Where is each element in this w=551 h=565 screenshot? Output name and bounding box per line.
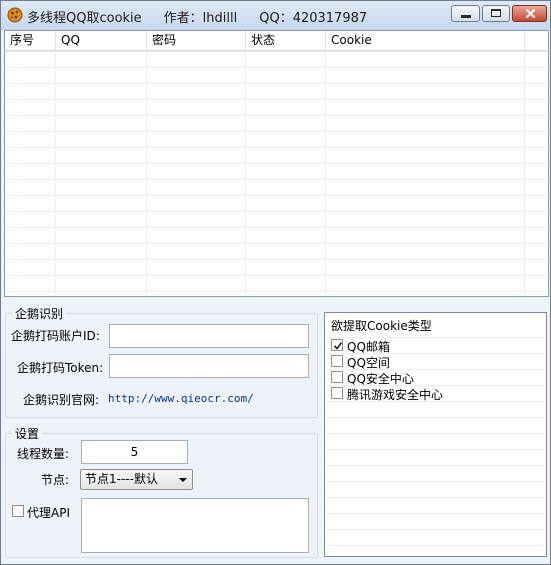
threads-input[interactable]: 5 (81, 440, 188, 464)
cookie-type-items: QQ邮箱 QQ空间 QQ安全中心 腾讯游戏安全中心 (329, 337, 546, 402)
window-title: 多线程QQ取cookie 作者：lhdilll QQ：420317987 (27, 7, 389, 26)
cookie-type-item-game-security[interactable]: 腾讯游戏安全中心 (329, 385, 546, 402)
column-divider (325, 51, 326, 296)
column-header-qq[interactable]: QQ (56, 31, 147, 50)
column-header-status[interactable]: 状态 (246, 31, 326, 50)
ocr-token-input[interactable] (109, 354, 309, 378)
ocr-account-label: 企鹅打码账户ID: (11, 329, 100, 343)
account-list[interactable]: 序号 QQ 密码 状态 Cookie (4, 30, 549, 297)
checkmark-icon (333, 342, 343, 350)
maximize-button[interactable] (482, 5, 510, 22)
cookie-type-checkbox[interactable] (331, 355, 343, 367)
chevron-down-icon (179, 478, 187, 482)
close-button[interactable] (512, 5, 547, 22)
threads-label: 线程数量: (17, 447, 70, 461)
maximize-icon (491, 9, 501, 17)
cookie-type-item-security[interactable]: QQ安全中心 (329, 369, 546, 386)
proxy-api-textarea[interactable] (81, 498, 309, 553)
ocr-groupbox: 企鹅识别 企鹅打码账户ID: 企鹅打码Token: 企鹅识别官网: http:/… (5, 305, 318, 418)
column-divider (245, 51, 246, 296)
title-bar[interactable]: 多线程QQ取cookie 作者：lhdilll QQ：420317987 (1, 1, 550, 30)
cookie-type-checkbox[interactable] (331, 339, 343, 351)
cookie-icon (7, 7, 23, 23)
minimize-button[interactable] (451, 5, 480, 22)
window-title-app: 多线程QQ取cookie (27, 11, 142, 26)
ocr-site-link[interactable]: http://www.qieocr.com/ (108, 392, 254, 405)
proxy-checkbox[interactable] (12, 505, 24, 517)
settings-groupbox: 设置 线程数量: 5 节点: 节点1----默认 代理API (5, 425, 318, 558)
proxy-label: 代理API (27, 506, 70, 520)
minimize-icon (461, 15, 471, 18)
ocr-token-label: 企鹅打码Token: (17, 361, 104, 375)
ocr-site-label: 企鹅识别官网: (23, 393, 100, 407)
column-divider (146, 51, 147, 296)
column-divider (524, 51, 525, 296)
node-select-value: 节点1----默认 (85, 472, 158, 486)
list-rows (5, 51, 548, 296)
cookie-type-item-qqmail[interactable]: QQ邮箱 (329, 337, 546, 354)
cookie-type-checkbox[interactable] (331, 371, 343, 383)
cookie-type-item-qzone[interactable]: QQ空间 (329, 353, 546, 370)
ocr-group-title: 企鹅识别 (12, 305, 67, 322)
cookie-type-list[interactable]: 欲提取Cookie类型 QQ邮箱 QQ空间 QQ安全中心 腾讯游戏安全中心 (324, 312, 547, 557)
column-header-cookie[interactable]: Cookie (326, 31, 525, 50)
settings-group-title: 设置 (12, 425, 43, 442)
cookie-type-checkbox[interactable] (331, 387, 343, 399)
node-label: 节点: (41, 473, 70, 487)
cookie-type-title: 欲提取Cookie类型 (331, 319, 432, 333)
column-divider (55, 51, 56, 296)
column-header-password[interactable]: 密码 (147, 31, 246, 50)
window-title-author: 作者：lhdilll (163, 11, 238, 26)
ocr-account-input[interactable] (109, 324, 309, 348)
close-icon (525, 7, 536, 20)
cookie-type-label: 腾讯游戏安全中心 (347, 388, 444, 402)
app-window: 多线程QQ取cookie 作者：lhdilll QQ：420317987 序号 QQ… (0, 0, 551, 565)
column-header-index[interactable]: 序号 (5, 31, 56, 50)
node-select[interactable]: 节点1----默认 (80, 469, 193, 490)
window-title-qq: QQ：420317987 (259, 11, 368, 26)
list-header: 序号 QQ 密码 状态 Cookie (5, 31, 548, 51)
